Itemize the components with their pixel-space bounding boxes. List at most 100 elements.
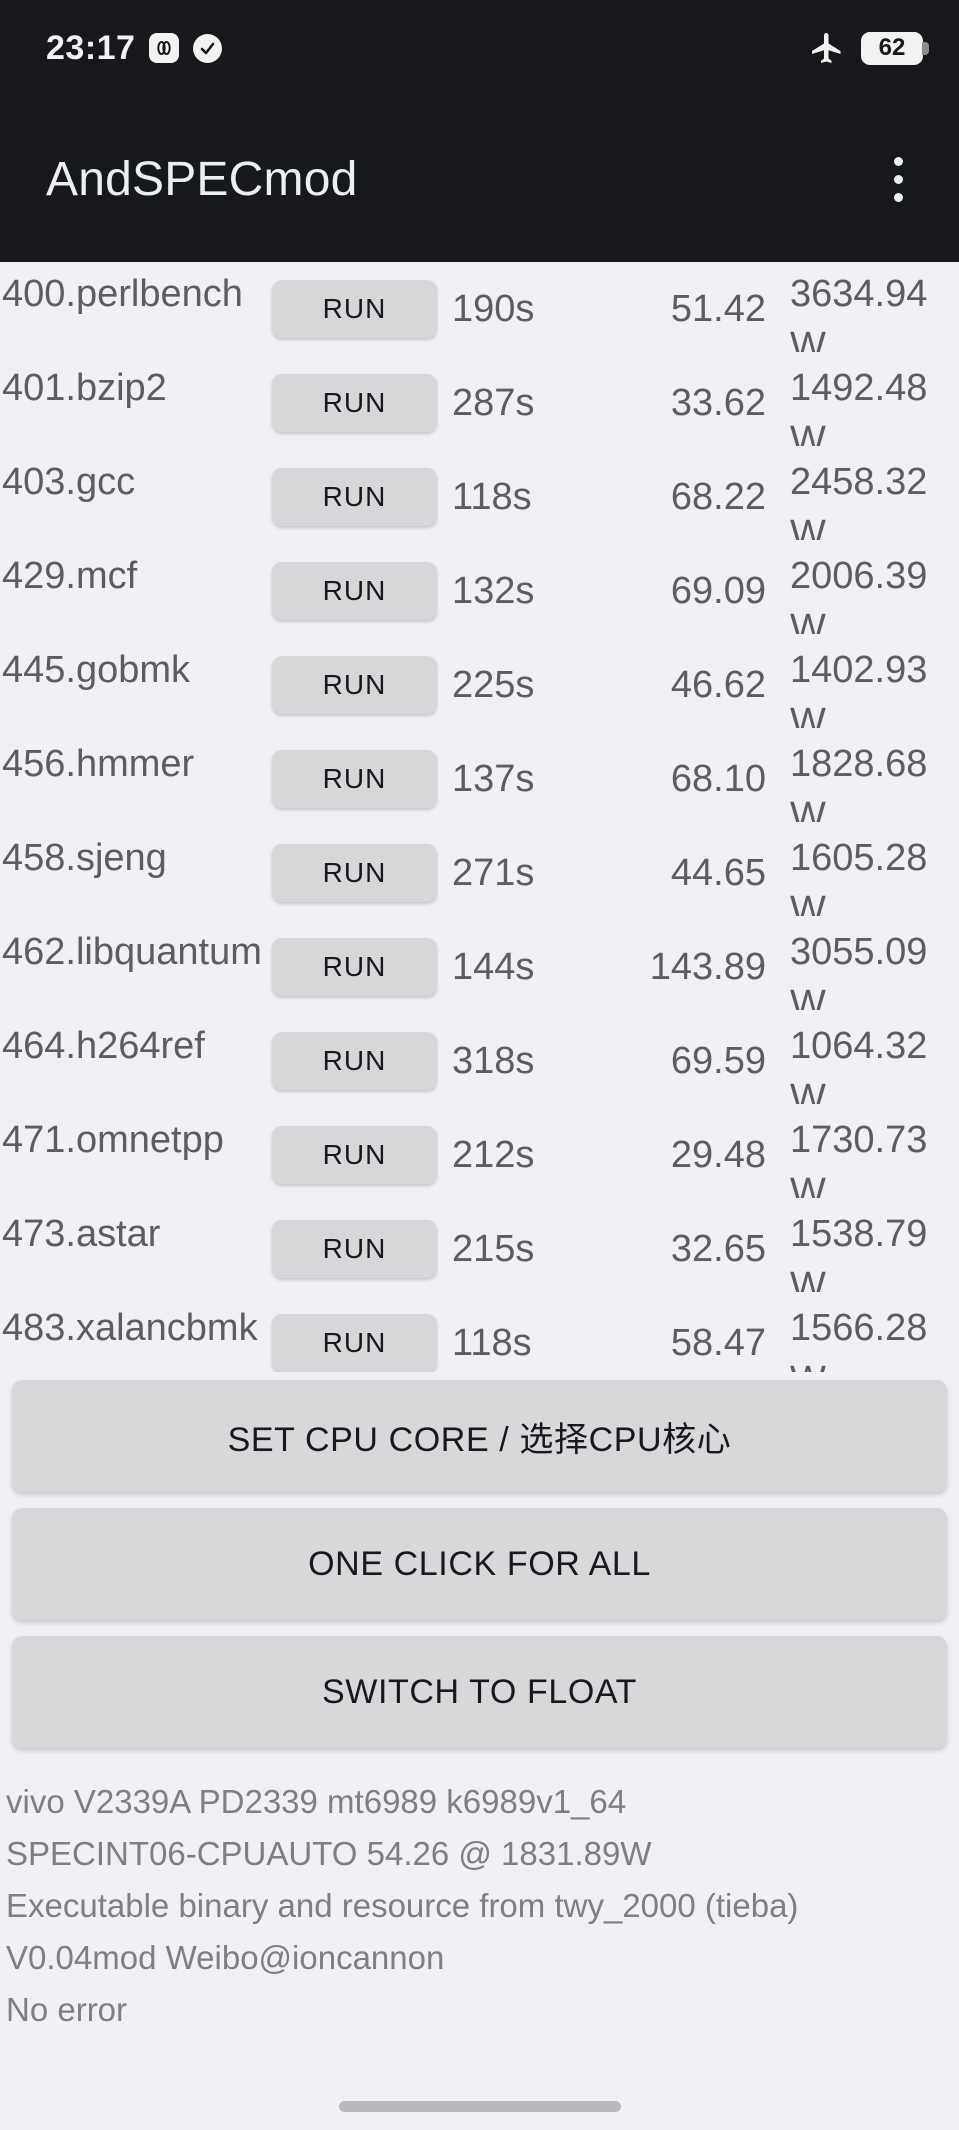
benchmark-score: 69.59 bbox=[670, 1040, 766, 1082]
overflow-dot bbox=[894, 192, 903, 202]
table-row: 429.mcf RUN 132s 69.09 2006.39 W bbox=[0, 544, 959, 638]
run-button-label: RUN bbox=[322, 387, 387, 418]
benchmark-name: 429.mcf bbox=[2, 555, 138, 597]
benchmark-name: 400.perlbench bbox=[2, 273, 243, 315]
benchmark-power: 2458.32 W bbox=[790, 461, 928, 540]
switch-to-float-label: SWITCH TO FLOAT bbox=[321, 1672, 638, 1711]
table-row: 462.libquantum RUN 144s 143.89 3055.09 W bbox=[0, 920, 959, 1014]
run-button[interactable]: RUN bbox=[272, 374, 437, 432]
set-cpu-core-label: SET CPU CORE / 选择CPU核心 bbox=[227, 1420, 732, 1459]
run-button[interactable]: RUN bbox=[272, 750, 437, 808]
benchmark-name: 471.omnetpp bbox=[2, 1119, 224, 1161]
benchmark-name: 458.sjeng bbox=[2, 837, 167, 879]
table-row: 445.gobmk RUN 225s 46.62 1402.93 W bbox=[0, 638, 959, 732]
check-circle-icon bbox=[193, 33, 223, 63]
benchmark-score: 32.65 bbox=[670, 1228, 766, 1270]
benchmark-power: 1730.73 W bbox=[790, 1119, 928, 1198]
benchmark-name: 456.hmmer bbox=[2, 743, 195, 785]
run-button[interactable]: RUN bbox=[272, 844, 437, 902]
benchmark-score: 51.42 bbox=[670, 288, 766, 330]
run-button-label: RUN bbox=[322, 1233, 387, 1264]
run-button[interactable]: RUN bbox=[272, 1126, 437, 1184]
footer-status-line: No error bbox=[6, 1991, 128, 2028]
run-button[interactable]: RUN bbox=[272, 468, 437, 526]
overflow-dot bbox=[894, 156, 903, 166]
overflow-menu-icon[interactable] bbox=[882, 147, 915, 212]
app-screen: 23:17 62 AndSPECmod 400.perlbench RUN 19… bbox=[0, 0, 959, 2130]
benchmark-time: 118s bbox=[452, 1322, 532, 1364]
run-button-label: RUN bbox=[322, 481, 387, 512]
footer-version-line: V0.04mod Weibo@ioncannon bbox=[6, 1939, 445, 1976]
benchmark-power: 1538.79 W bbox=[790, 1213, 928, 1292]
run-button-label: RUN bbox=[322, 951, 387, 982]
gesture-nav-bar[interactable] bbox=[338, 2101, 621, 2112]
benchmark-time: 318s bbox=[452, 1040, 535, 1082]
action-button-group: SET CPU CORE / 选择CPU核心 ONE CLICK FOR ALL… bbox=[0, 1380, 959, 1764]
run-button[interactable]: RUN bbox=[272, 280, 437, 338]
table-row: 483.xalancbmk RUN 118s 58.47 1566.28 W bbox=[0, 1296, 959, 1372]
benchmark-name: 401.bzip2 bbox=[2, 367, 167, 409]
benchmark-time: 190s bbox=[452, 288, 535, 330]
status-bar: 23:17 62 bbox=[0, 0, 959, 96]
benchmark-time: 225s bbox=[452, 664, 535, 706]
run-button-label: RUN bbox=[322, 293, 387, 324]
battery-level: 62 bbox=[878, 34, 906, 61]
battery-indicator: 62 bbox=[861, 31, 929, 65]
overflow-dot bbox=[894, 174, 903, 184]
benchmark-name: 462.libquantum bbox=[2, 931, 262, 973]
benchmark-name: 445.gobmk bbox=[2, 649, 191, 691]
run-button-label: RUN bbox=[322, 857, 387, 888]
run-button[interactable]: RUN bbox=[272, 562, 437, 620]
status-time: 23:17 bbox=[46, 28, 136, 67]
nfc-icon bbox=[149, 33, 180, 63]
benchmark-time: 132s bbox=[452, 570, 535, 612]
benchmark-power: 1492.48 W bbox=[790, 367, 928, 446]
benchmark-score: 44.65 bbox=[670, 852, 766, 894]
footer-result-line: SPECINT06-CPUAUTO 54.26 @ 1831.89W bbox=[6, 1835, 652, 1872]
table-row: 458.sjeng RUN 271s 44.65 1605.28 W bbox=[0, 826, 959, 920]
table-row: 401.bzip2 RUN 287s 33.62 1492.48 W bbox=[0, 356, 959, 450]
benchmark-table[interactable]: 400.perlbench RUN 190s 51.42 3634.94 W 401.bz… bbox=[0, 262, 959, 1372]
benchmark-time: 144s bbox=[452, 946, 535, 988]
table-row: 464.h264ref RUN 318s 69.59 1064.32 W bbox=[0, 1014, 959, 1108]
benchmark-power: 3055.09 W bbox=[790, 931, 928, 1010]
benchmark-power: 2006.39 W bbox=[790, 555, 928, 634]
benchmark-time: 215s bbox=[452, 1228, 535, 1270]
benchmark-power: 1402.93 W bbox=[790, 649, 928, 728]
benchmark-score: 68.10 bbox=[670, 758, 766, 800]
footer-credit-line: Executable binary and resource from twy_… bbox=[6, 1887, 799, 1924]
benchmark-name: 483.xalancbmk bbox=[2, 1307, 258, 1349]
benchmark-time: 137s bbox=[452, 758, 535, 800]
benchmark-score: 69.09 bbox=[670, 570, 766, 612]
run-button[interactable]: RUN bbox=[272, 1314, 437, 1372]
status-bar-left: 23:17 bbox=[46, 28, 223, 68]
run-button-label: RUN bbox=[322, 1327, 387, 1358]
table-row: 403.gcc RUN 118s 68.22 2458.32 W bbox=[0, 450, 959, 544]
run-button[interactable]: RUN bbox=[272, 1220, 437, 1278]
set-cpu-core-button[interactable]: SET CPU CORE / 选择CPU核心 bbox=[12, 1380, 947, 1492]
run-button-label: RUN bbox=[322, 575, 387, 606]
table-row: 473.astar RUN 215s 32.65 1538.79 W bbox=[0, 1202, 959, 1296]
run-button[interactable]: RUN bbox=[272, 938, 437, 996]
page-title: AndSPECmod bbox=[46, 152, 358, 206]
benchmark-score: 68.22 bbox=[670, 476, 766, 518]
benchmark-name: 403.gcc bbox=[2, 461, 136, 503]
run-button[interactable]: RUN bbox=[272, 1032, 437, 1090]
footer-device-line: vivo V2339A PD2339 mt6989 k6989v1_64 bbox=[6, 1783, 627, 1820]
run-button[interactable]: RUN bbox=[272, 656, 437, 714]
one-click-for-all-button[interactable]: ONE CLICK FOR ALL bbox=[12, 1508, 947, 1620]
benchmark-score: 58.47 bbox=[670, 1322, 766, 1364]
app-bar: AndSPECmod bbox=[0, 96, 959, 262]
benchmark-score: 29.48 bbox=[670, 1134, 766, 1176]
benchmark-score: 46.62 bbox=[670, 664, 766, 706]
run-button-label: RUN bbox=[322, 669, 387, 700]
switch-to-float-button[interactable]: SWITCH TO FLOAT bbox=[12, 1636, 947, 1748]
benchmark-time: 212s bbox=[452, 1134, 535, 1176]
benchmark-name: 473.astar bbox=[2, 1213, 161, 1255]
benchmark-power: 1064.32 W bbox=[790, 1025, 928, 1104]
benchmark-time: 271s bbox=[452, 852, 535, 894]
run-button-label: RUN bbox=[322, 763, 387, 794]
table-row: 400.perlbench RUN 190s 51.42 3634.94 W bbox=[0, 262, 959, 356]
run-button-label: RUN bbox=[322, 1139, 387, 1170]
benchmark-power: 1566.28 W bbox=[790, 1307, 928, 1372]
